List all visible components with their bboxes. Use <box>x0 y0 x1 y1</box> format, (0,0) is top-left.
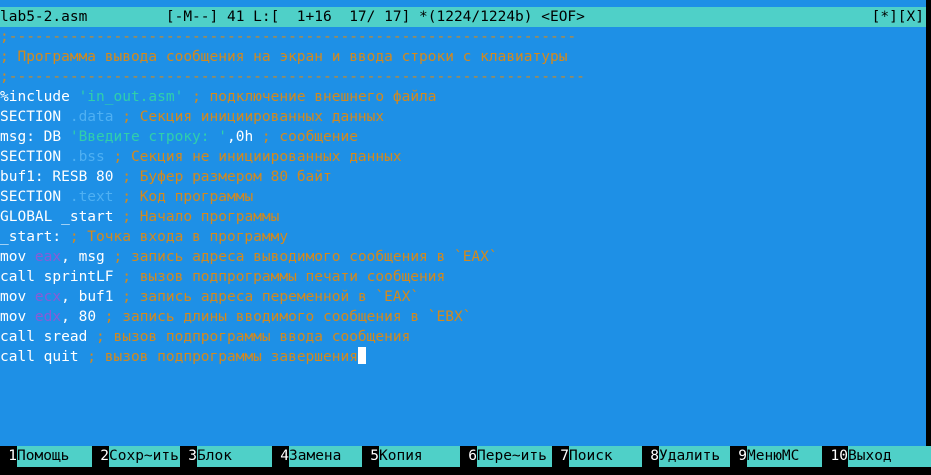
code-token-white: , 80 <box>61 309 97 325</box>
fkey-number: 10 <box>822 446 848 467</box>
fkey-save-button[interactable]: 2Сохр~ить <box>92 446 180 467</box>
code-token-white: SECTION <box>0 109 70 125</box>
window-controls[interactable]: [*][X] <box>872 7 924 27</box>
file-status: lab5-2.asm [-M--] 41 L:[ 1+16 17/ 17] *(… <box>0 9 585 25</box>
fkey-label: Поиск <box>569 446 642 467</box>
code-content[interactable]: ;---------------------------------------… <box>0 27 926 367</box>
code-line[interactable]: ;---------------------------------------… <box>0 67 926 87</box>
fkey-number: 9 <box>730 446 747 467</box>
code-line[interactable]: call quit ; вызов подпрограммы завершени… <box>0 347 926 367</box>
code-token-white: msg: DB <box>0 129 70 145</box>
fkey-number: 3 <box>180 446 197 467</box>
code-token-comment: ; подключение внешнего файла <box>183 89 437 105</box>
code-token-comment: ; вызов подпрограммы печати сообщения <box>113 269 446 285</box>
code-line[interactable]: %include 'in_out.asm' ; подключение внеш… <box>0 87 926 107</box>
code-line[interactable]: ; Программа вывода сообщения на экран и … <box>0 47 926 67</box>
code-token-string: 'Введите строку: ' <box>69 129 227 145</box>
code-token-comment: ; вызов подпрограммы ввода сообщения <box>87 329 411 345</box>
code-token-reg: ecx <box>34 289 62 305</box>
code-token-dim: .data <box>69 109 114 125</box>
code-line[interactable]: call sprintLF ; вызов подпрограммы печат… <box>0 267 926 287</box>
code-token-white: %include <box>0 89 79 105</box>
code-line[interactable]: mov ecx, buf1 ; запись адреса переменной… <box>0 287 926 307</box>
code-token-white: , msg <box>61 249 105 265</box>
code-line[interactable]: mov eax, msg ; запись адреса выводимого … <box>0 247 926 267</box>
fkey-delete-button[interactable]: 8Удалить <box>642 446 730 467</box>
fkey-number: 7 <box>552 446 569 467</box>
editor-area[interactable]: lab5-2.asm [-M--] 41 L:[ 1+16 17/ 17] *(… <box>0 0 926 446</box>
code-token-comment: ; Код программы <box>113 189 254 205</box>
fkey-number: 1 <box>0 446 17 467</box>
fkey-label: Копия <box>379 446 460 467</box>
editor-status-bar: lab5-2.asm [-M--] 41 L:[ 1+16 17/ 17] *(… <box>0 7 926 27</box>
code-token-comment: ; Секция инициированных данных <box>113 109 385 125</box>
code-token-comment: ; вызов подпрограммы завершения <box>78 349 358 365</box>
code-token-white: call sprintLF <box>0 269 114 285</box>
fkey-label: Удалить <box>659 446 730 467</box>
fkey-block-button[interactable]: 3Блок <box>180 446 272 467</box>
fkey-label: МенюMC <box>747 446 822 467</box>
fkey-label: Замена <box>289 446 362 467</box>
function-key-bar: 1Помощь 2Сохр~ить 3Блок 4Замена 5Копия 6Пере~… <box>0 446 931 467</box>
fkey-label: Сохр~ить <box>109 446 180 467</box>
code-token-reg: eax <box>34 249 62 265</box>
code-token-comment: ;---------------------------------------… <box>0 69 585 85</box>
code-token-white: , buf1 <box>61 289 114 305</box>
code-token-white: GLOBAL _start <box>0 209 114 225</box>
fkey-label: Помощь <box>17 446 92 467</box>
fkey-label: Выход <box>848 446 931 467</box>
code-token-white: buf1: RESB 80 <box>0 169 114 185</box>
code-token-dim: .bss <box>69 149 105 165</box>
code-line[interactable]: SECTION .text ; Код программы <box>0 187 926 207</box>
text-cursor <box>357 347 366 364</box>
fkey-number: 5 <box>362 446 379 467</box>
code-line[interactable]: call sread ; вызов подпрограммы ввода со… <box>0 327 926 347</box>
code-line[interactable]: ;---------------------------------------… <box>0 27 926 47</box>
code-line[interactable]: SECTION .bss ; Секция не инициированных … <box>0 147 926 167</box>
fkey-menu-button[interactable]: 9МенюMC <box>730 446 822 467</box>
code-token-comment: ; сообщение <box>253 129 358 145</box>
code-token-white: _start: <box>0 229 62 245</box>
code-token-comment: ; Программа вывода сообщения на экран и … <box>0 49 568 65</box>
code-token-string: 'in_out.asm' <box>78 89 184 105</box>
code-token-white: mov <box>0 249 35 265</box>
code-token-comment: ; Буфер размером 80 байт <box>113 169 332 185</box>
fkey-number: 4 <box>272 446 289 467</box>
code-token-white: mov <box>0 289 35 305</box>
code-token-comment: ; запись адреса выводимого сообщения в `… <box>104 249 498 265</box>
fkey-label: Блок <box>197 446 272 467</box>
code-token-white: SECTION <box>0 149 70 165</box>
fkey-number: 8 <box>642 446 659 467</box>
fkey-move-button[interactable]: 6Пере~ить <box>460 446 552 467</box>
code-token-comment: ; Точка входа в программу <box>61 229 289 245</box>
code-token-comment: ; запись длины вводимого сообщения в `EB… <box>96 309 472 325</box>
code-line[interactable]: GLOBAL _start ; Начало программы <box>0 207 926 227</box>
code-token-reg: edx <box>34 309 62 325</box>
code-token-white: mov <box>0 309 35 325</box>
code-line[interactable]: _start: ; Точка входа в программу <box>0 227 926 247</box>
code-token-dim: .text <box>69 189 114 205</box>
code-token-white: call sread <box>0 329 88 345</box>
code-token-white: ,0h <box>226 129 254 145</box>
fkey-replace-button[interactable]: 4Замена <box>272 446 362 467</box>
fkey-search-button[interactable]: 7Поиск <box>552 446 642 467</box>
code-token-comment: ; запись адреса переменной в `EAX` <box>113 289 420 305</box>
code-line[interactable]: mov edx, 80 ; запись длины вводимого соо… <box>0 307 926 327</box>
code-line[interactable]: msg: DB 'Введите строку: ',0h ; сообщени… <box>0 127 926 147</box>
fkey-help-button[interactable]: 1Помощь <box>0 446 92 467</box>
fkey-number: 2 <box>92 446 109 467</box>
code-token-white: call quit <box>0 349 79 365</box>
code-line[interactable]: buf1: RESB 80 ; Буфер размером 80 байт <box>0 167 926 187</box>
terminal-bottom-strip <box>0 467 931 475</box>
fkey-number: 6 <box>460 446 477 467</box>
code-token-comment: ; Секция не инициированных данных <box>104 149 402 165</box>
fkey-copy-button[interactable]: 5Копия <box>362 446 460 467</box>
fkey-label: Пере~ить <box>477 446 552 467</box>
fkey-quit-button[interactable]: 10Выход <box>822 446 931 467</box>
code-token-comment: ; Начало программы <box>113 209 280 225</box>
code-token-white: SECTION <box>0 189 70 205</box>
code-line[interactable]: SECTION .data ; Секция инициированных да… <box>0 107 926 127</box>
code-token-comment: ;---------------------------------------… <box>0 29 577 45</box>
